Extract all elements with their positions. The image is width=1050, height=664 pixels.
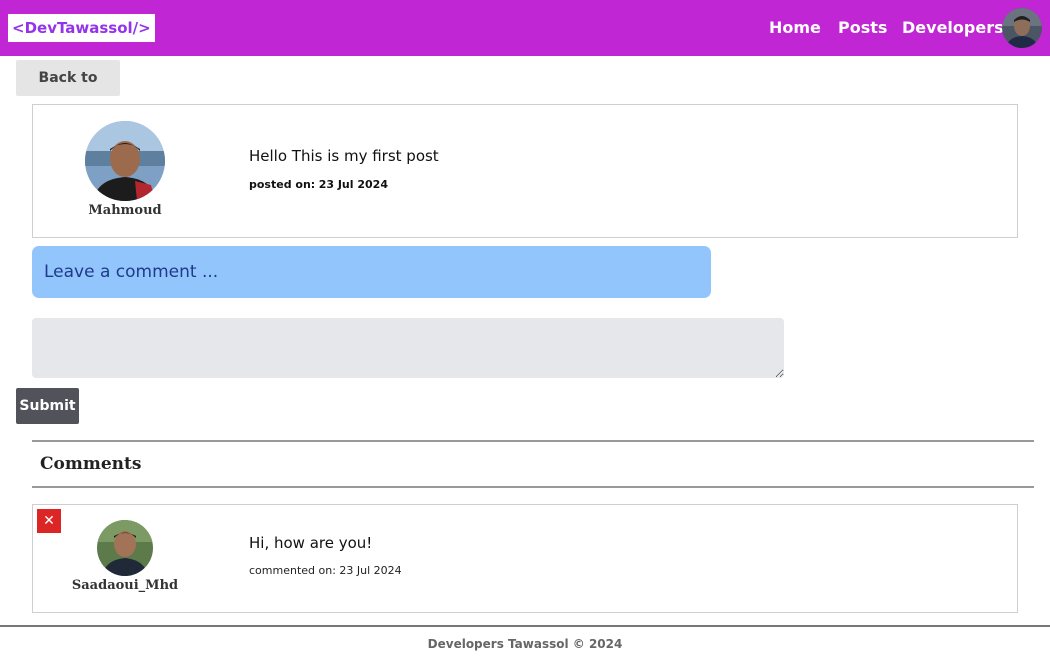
comment-author-avatar[interactable] (97, 520, 153, 576)
post-date-value: 23 Jul 2024 (318, 178, 388, 191)
comments-divider-top (32, 440, 1034, 442)
post-author-avatar[interactable] (85, 121, 165, 201)
comments-heading: Comments (40, 454, 142, 474)
back-to-posts-button[interactable]: Back to posts (16, 60, 120, 122)
post-author-avatar-image (85, 121, 165, 201)
comment-author-name[interactable]: Saadaoui_Mhd (69, 578, 181, 593)
navbar: <DevTawassol/> Home Posts Developers (0, 0, 1050, 56)
nav-link-posts[interactable]: Posts (838, 18, 887, 38)
comment-card: ✕ Saadaoui_Mhd Hi, how are you! commente… (32, 504, 1018, 613)
post-date: posted on: 23 Jul 2024 (249, 178, 388, 191)
comments-divider-bottom (32, 486, 1034, 488)
comment-author-avatar-image (97, 520, 153, 576)
post-author-name[interactable]: Mahmoud (77, 203, 173, 218)
user-avatar-image (1002, 8, 1042, 48)
comment-textarea[interactable] (32, 318, 784, 378)
delete-comment-button[interactable]: ✕ (37, 509, 61, 533)
comment-content: Hi, how are you! (249, 534, 373, 552)
comment-date-label: commented on: (249, 564, 336, 577)
post-date-label: posted on: (249, 178, 316, 191)
footer-divider (0, 625, 1050, 627)
nav-link-developers[interactable]: Developers (902, 18, 1004, 38)
comment-date-value: 23 Jul 2024 (339, 564, 402, 577)
post-card: Mahmoud Hello This is my first post post… (32, 104, 1018, 238)
nav-link-home[interactable]: Home (769, 18, 821, 38)
brand-logo[interactable]: <DevTawassol/> (8, 14, 155, 42)
post-content: Hello This is my first post (249, 147, 439, 165)
comment-date: commented on: 23 Jul 2024 (249, 564, 402, 577)
user-avatar[interactable] (1002, 8, 1042, 48)
submit-comment-button[interactable]: Submit (16, 388, 79, 424)
leave-comment-heading: Leave a comment ... (32, 246, 711, 298)
footer-text: Developers Tawassol © 2024 (427, 637, 623, 651)
